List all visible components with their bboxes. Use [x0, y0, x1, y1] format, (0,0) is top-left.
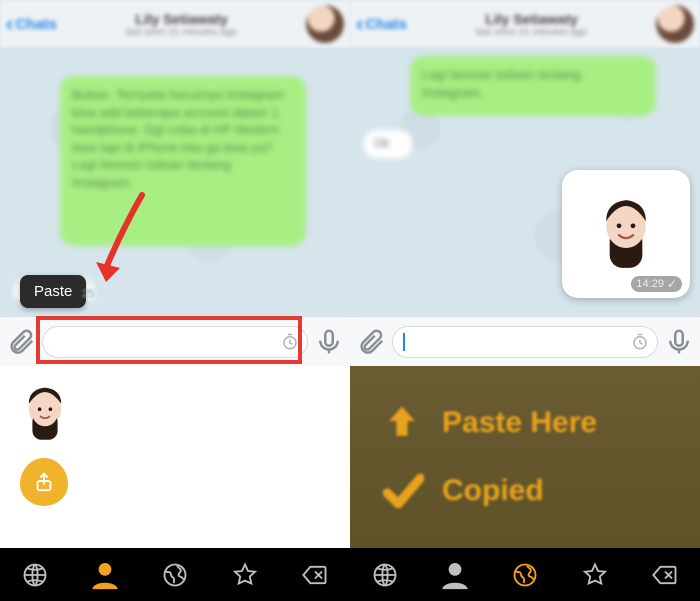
chat-header: ‹ Chats Lily Setiawaty last seen 21 minu… [350, 0, 700, 48]
contact-status: last seen 21 minutes ago [407, 27, 656, 38]
hint-copied: Copied [380, 469, 700, 513]
face-sticker-icon [591, 190, 661, 278]
paperclip-icon [6, 327, 36, 357]
timer-icon[interactable] [281, 333, 299, 351]
message-input-row [0, 316, 350, 366]
voice-record-button[interactable] [664, 327, 694, 357]
globe-grid-icon [371, 561, 399, 589]
back-label: Chats [365, 16, 407, 33]
chevron-left-icon: ‹ [6, 11, 13, 37]
paste-label: Paste [34, 283, 72, 300]
message-input[interactable] [42, 326, 308, 358]
context-menu-paste[interactable]: Paste [20, 275, 86, 308]
kb-globe-button[interactable] [350, 548, 420, 601]
back-label: Chats [15, 16, 57, 33]
mic-icon [664, 327, 694, 357]
backspace-icon [651, 561, 679, 589]
kb-backspace-button[interactable] [630, 548, 700, 601]
kb-world-button[interactable] [490, 548, 560, 601]
contact-status: last seen 21 minutes ago [57, 27, 306, 38]
timer-icon[interactable] [631, 333, 649, 351]
chat-title-block[interactable]: Lily Setiawaty last seen 21 minutes ago [407, 11, 656, 38]
person-icon [88, 558, 122, 592]
world-icon [511, 561, 539, 589]
sent-sticker-bubble[interactable]: 14:29 ✓ [562, 170, 690, 298]
keyboard-hint-overlay: Paste Here Copied [350, 366, 700, 548]
message-text: Bukan. Ternyata harusnya Instagram bisa … [72, 87, 284, 190]
paperclip-icon [356, 327, 386, 357]
back-button[interactable]: ‹ Chats [6, 11, 57, 37]
message-bubble-outgoing[interactable]: Bukan. Ternyata harusnya Instagram bisa … [60, 76, 306, 246]
kb-world-button[interactable] [140, 548, 210, 601]
kb-person-button[interactable] [70, 548, 140, 601]
kb-star-button[interactable] [560, 548, 630, 601]
chat-header: ‹ Chats Lily Setiawaty last seen 21 minu… [0, 0, 350, 48]
keyboard-toolbar [0, 548, 700, 601]
sticker-thumbnail[interactable] [18, 384, 72, 438]
message-text: Lagi beresin tulisan tentang Instagram. [422, 67, 581, 100]
world-icon [161, 561, 189, 589]
backspace-icon [301, 561, 329, 589]
message-bubble-incoming[interactable]: Ok [364, 130, 412, 158]
contact-name: Lily Setiawaty [57, 11, 306, 27]
kb-backspace-button[interactable] [280, 548, 350, 601]
contact-name: Lily Setiawaty [407, 11, 656, 27]
chat-title-block[interactable]: Lily Setiawaty last seen 21 minutes ago [57, 11, 306, 38]
star-icon [231, 561, 259, 589]
back-button[interactable]: ‹ Chats [356, 11, 407, 37]
hint-paste-label: Paste Here [442, 406, 597, 440]
reply-text: Ok [374, 136, 389, 150]
globe-grid-icon [21, 561, 49, 589]
kb-star-button[interactable] [210, 548, 280, 601]
message-bubble-outgoing[interactable]: Lagi beresin tulisan tentang Instagram. [410, 56, 656, 116]
attach-button[interactable] [356, 327, 386, 357]
check-icon [380, 469, 424, 513]
share-icon [33, 471, 55, 493]
hint-paste-here: Paste Here [380, 401, 700, 445]
attach-button[interactable] [6, 327, 36, 357]
contact-avatar[interactable] [306, 5, 344, 43]
message-input[interactable] [392, 326, 658, 358]
chevron-left-icon: ‹ [356, 11, 363, 37]
mic-icon [314, 327, 344, 357]
kb-person-button[interactable] [420, 548, 490, 601]
face-sticker-icon [18, 384, 72, 447]
kb-globe-button[interactable] [0, 548, 70, 601]
double-check-icon: ✓ [667, 277, 677, 291]
hint-copied-label: Copied [442, 474, 544, 508]
arrow-up-icon [380, 401, 424, 445]
text-cursor [403, 333, 405, 351]
time-fragment: 25 [82, 288, 94, 300]
share-button[interactable] [20, 458, 68, 506]
message-timestamp: 14:29 ✓ [631, 276, 682, 292]
sticker-picker-area [0, 366, 350, 548]
star-icon [581, 561, 609, 589]
person-icon [438, 558, 472, 592]
pane-left: ‹ Chats Lily Setiawaty last seen 21 minu… [0, 0, 350, 601]
contact-avatar[interactable] [656, 5, 694, 43]
message-input-row [350, 316, 700, 366]
pane-right: ‹ Chats Lily Setiawaty last seen 21 minu… [350, 0, 700, 601]
voice-record-button[interactable] [314, 327, 344, 357]
